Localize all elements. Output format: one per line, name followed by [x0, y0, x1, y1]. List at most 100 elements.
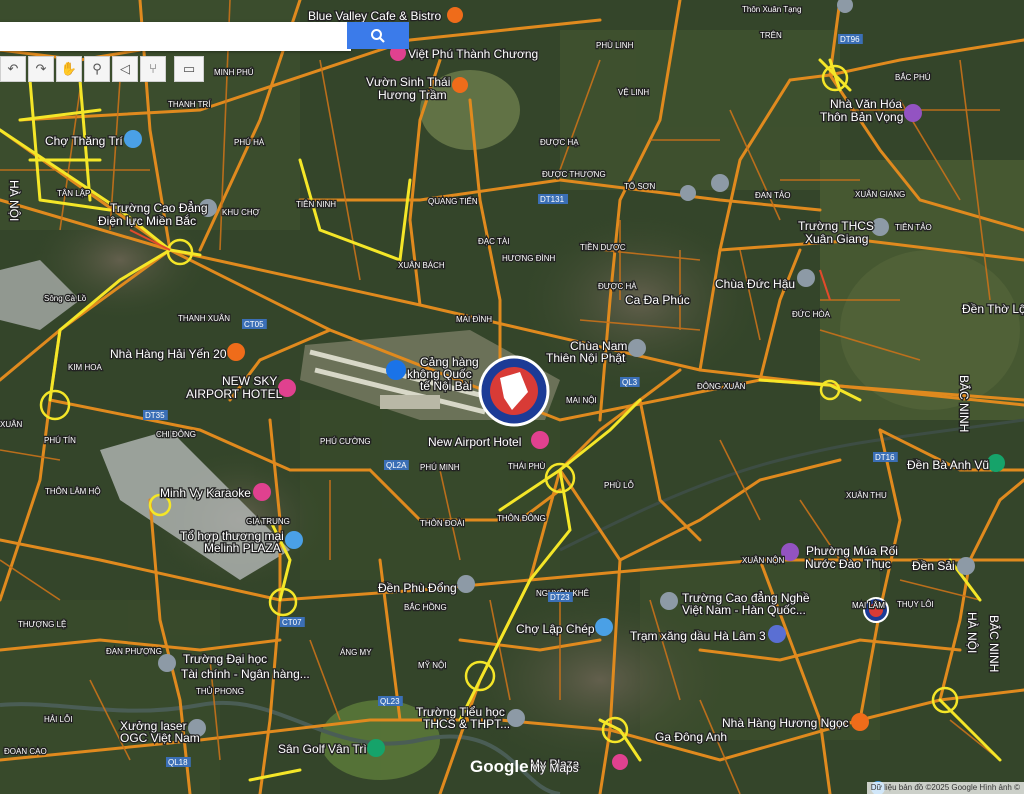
place-label: THỦ PHONG	[196, 687, 244, 696]
karaoke-icon[interactable]	[253, 483, 271, 501]
poi-label: Việt Nam - Hàn Quốc...	[682, 603, 806, 617]
restaurant-icon[interactable]	[452, 77, 468, 93]
poi-label: NEW SKY	[222, 374, 277, 388]
place-label: ĐƯỢC HẠ	[540, 138, 579, 147]
place-label: ĐƯỢC THƯỢNG	[542, 170, 606, 179]
poi-label: Xuân Giang	[805, 232, 868, 246]
golf-icon[interactable]	[367, 739, 385, 757]
poi-label: AIRPORT HOTEL	[186, 387, 283, 401]
school-icon[interactable]	[158, 654, 176, 672]
road-code-label: QL18	[168, 758, 188, 767]
restaurant-icon[interactable]	[447, 7, 463, 23]
market-icon[interactable]	[124, 130, 142, 148]
directions-button[interactable]: ⑂	[140, 56, 166, 82]
place-label: HẢI LỖI	[44, 715, 72, 724]
road-code-label: DT16	[875, 453, 895, 462]
temple-icon[interactable]	[957, 557, 975, 575]
undo-button[interactable]: ↶	[0, 56, 26, 82]
temple-icon[interactable]	[680, 185, 696, 201]
poi-label: Tài chính - Ngân hàng...	[181, 667, 310, 681]
draw-line-button[interactable]: ◁	[112, 56, 138, 82]
place-label: XUÂN THU	[846, 491, 887, 500]
road-code-label: DT35	[145, 411, 165, 420]
polygon-icon: ◁	[120, 61, 130, 77]
poi-label: Nước Đào Thục	[805, 557, 891, 571]
region-label-ha-noi: HÀ NỘI	[965, 612, 980, 653]
place-label: HƯƠNG ĐÌNH	[502, 254, 555, 263]
poi-label: Minh Vy Karaoke	[160, 486, 251, 500]
poi-label: Trường Cao Đẳng	[110, 200, 208, 215]
poi-label: Nhà Hàng Hải Yến 20	[110, 347, 227, 361]
place-label: ĐAN TẢO	[755, 191, 790, 200]
school-icon[interactable]	[660, 592, 678, 610]
place-label: PHÚ HÀ	[234, 138, 265, 147]
poi-label: Việt Phú Thành Chương	[408, 47, 538, 61]
place-label: PHÙ LINH	[596, 41, 634, 50]
place-label: QUANG TIẾN	[428, 196, 478, 206]
pan-button[interactable]: ✋	[56, 56, 82, 82]
poi-label: Chợ Lập Chép	[516, 622, 595, 636]
search-input[interactable]	[0, 22, 351, 51]
market-icon[interactable]	[595, 618, 613, 636]
poi-label: Đền Bà Anh Vũ	[907, 458, 989, 472]
poi-label: Điện lực Miền Bắc	[98, 213, 196, 228]
map-attribution: Dữ liệu bản đồ ©2025 Google Hình ảnh ©	[866, 782, 1024, 794]
place-label: BẮC PHÚ	[895, 73, 931, 82]
poi-label: New Airport Hotel	[428, 435, 521, 449]
planning-emblem[interactable]	[478, 355, 550, 427]
gas-station-icon[interactable]	[768, 625, 786, 643]
road-code-label: CT05	[244, 320, 264, 329]
place-label: THANH XUÂN	[178, 314, 230, 323]
community-hall-icon[interactable]	[904, 104, 922, 122]
redo-button[interactable]: ↷	[28, 56, 54, 82]
route-icon: ⑂	[149, 61, 157, 77]
place-label: ĐƯỢC HÀ	[598, 282, 637, 291]
map-toolbar: ↶ ↷ ✋ ⚲ ◁ ⑂ ▭	[0, 56, 206, 82]
poi-label: Trường Đại học	[183, 652, 267, 666]
poi-label: Nhà Văn Hóa	[830, 97, 902, 111]
add-marker-button[interactable]: ⚲	[84, 56, 110, 82]
place-label: PHÙ LỖ	[604, 481, 634, 490]
road-code-label: DT131	[540, 195, 565, 204]
poi-label: Vườn Sinh Thái	[366, 75, 450, 89]
place-label: THANH TRÍ	[168, 100, 211, 109]
poi-label: OGC Việt Nam	[120, 731, 200, 745]
hotel-icon[interactable]	[531, 431, 549, 449]
temple-icon[interactable]	[628, 339, 646, 357]
place-label: BẮC HỒNG	[404, 602, 447, 612]
search-button[interactable]	[347, 22, 409, 49]
shopping-icon[interactable]	[612, 754, 628, 770]
place-label: TÂN LẬP	[57, 189, 90, 198]
place-label: ĐÔNG XUÂN	[697, 382, 746, 391]
poi-label: Hương Trầm	[378, 88, 447, 102]
my-maps-overlay: My Maps	[530, 761, 579, 775]
place-label: Sông Cà Lồ	[44, 294, 87, 303]
airport-icon[interactable]	[386, 360, 406, 380]
place-label: PHÚ MINH	[420, 463, 460, 472]
region-label-bac-ninh: BẮC NINH	[957, 375, 972, 432]
temple-icon[interactable]	[797, 269, 815, 287]
road-code-label: QL23	[380, 697, 400, 706]
measure-button[interactable]: ▭	[174, 56, 204, 82]
place-label: KHU CHỢ	[222, 208, 260, 217]
temple-icon[interactable]	[457, 575, 475, 593]
poi-label: Blue Valley Cafe & Bistro	[308, 9, 441, 23]
place-label: THỤY LÔI	[897, 600, 934, 609]
poi-label: Sân Golf Vân Trì	[278, 742, 367, 756]
school-icon[interactable]	[711, 174, 729, 192]
poi-label: Chùa Đức Hậu	[715, 277, 795, 291]
undo-icon: ↶	[7, 61, 19, 77]
poi-label: Đền Phù Đổng	[378, 581, 457, 595]
place-label: XUÂN NỘN	[742, 556, 784, 565]
poi-label: tế Nội Bài	[420, 379, 472, 393]
restaurant-icon[interactable]	[851, 713, 869, 731]
shrine-icon[interactable]	[987, 454, 1005, 472]
satellite-map[interactable]: Blue Valley Cafe & Bistro Việt Phú Thành …	[0, 0, 1024, 794]
restaurant-icon[interactable]	[227, 343, 245, 361]
place-label: PHÚ TÍN	[44, 436, 76, 445]
place-label: XUÂN	[0, 420, 22, 429]
shopping-icon[interactable]	[285, 531, 303, 549]
place-label: TỔ SƠN	[624, 182, 656, 191]
redo-icon: ↷	[35, 61, 47, 77]
poi-label: Thiên Nội Phật	[546, 351, 626, 365]
